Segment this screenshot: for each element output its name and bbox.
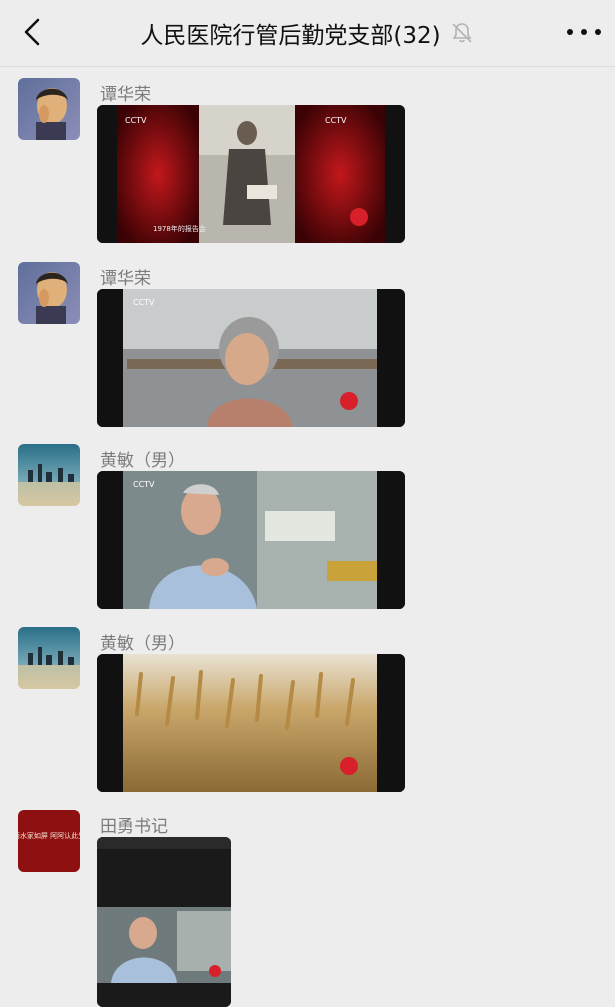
chat-header: 人民医院行管后勤党支部(32)	[0, 0, 615, 67]
video-message[interactable]	[97, 654, 405, 792]
avatar-portrait-image	[18, 262, 80, 324]
video-thumbnail	[97, 837, 231, 1007]
video-thumbnail	[97, 654, 405, 792]
video-thumbnail: CCTV CCTV 1978年的报告会	[97, 105, 405, 243]
video-message[interactable]: CCTV	[97, 471, 405, 609]
video-thumbnail: CCTV	[97, 289, 405, 427]
back-button[interactable]	[16, 15, 50, 49]
avatar-cityscape-image	[18, 627, 80, 689]
cctv-logo: CCTV	[133, 480, 155, 489]
more-button[interactable]	[567, 20, 601, 44]
video-message[interactable]	[97, 837, 231, 1007]
cctv-logo-right: CCTV	[325, 116, 347, 125]
calligraphy-text: 丽水家如屏 阿阿认此生	[18, 831, 80, 840]
avatar-calligraphy-image: 丽水家如屏 阿阿认此生	[18, 810, 80, 872]
video-thumbnail: CCTV	[97, 471, 405, 609]
back-arrow-icon	[24, 18, 40, 46]
sender-name: 黄敏（男）	[100, 634, 185, 654]
video-message[interactable]: CCTV	[97, 289, 405, 427]
sender-name: 田勇书记	[100, 817, 168, 837]
sender-name: 谭华荣	[100, 85, 151, 105]
avatar-portrait-image	[18, 78, 80, 140]
sender-name: 黄敏（男）	[100, 451, 185, 471]
avatar[interactable]	[18, 627, 80, 689]
avatar[interactable]	[18, 444, 80, 506]
video-caption: 1978年的报告会	[153, 224, 206, 233]
avatar[interactable]	[18, 262, 80, 324]
avatar[interactable]: 丽水家如屏 阿阿认此生	[18, 810, 80, 872]
video-message[interactable]: CCTV CCTV 1978年的报告会	[97, 105, 405, 243]
cctv-logo: CCTV	[133, 298, 155, 307]
chat-title-area: 人民医院行管后勤党支部(32)	[60, 0, 555, 66]
sender-name: 谭华荣	[100, 269, 151, 289]
avatar-cityscape-image	[18, 444, 80, 506]
more-icon	[567, 29, 573, 35]
mute-bell-icon	[452, 23, 472, 43]
chat-title: 人民医院行管后勤党支部(32)	[140, 23, 441, 49]
avatar[interactable]	[18, 78, 80, 140]
cctv-logo-left: CCTV	[125, 116, 147, 125]
